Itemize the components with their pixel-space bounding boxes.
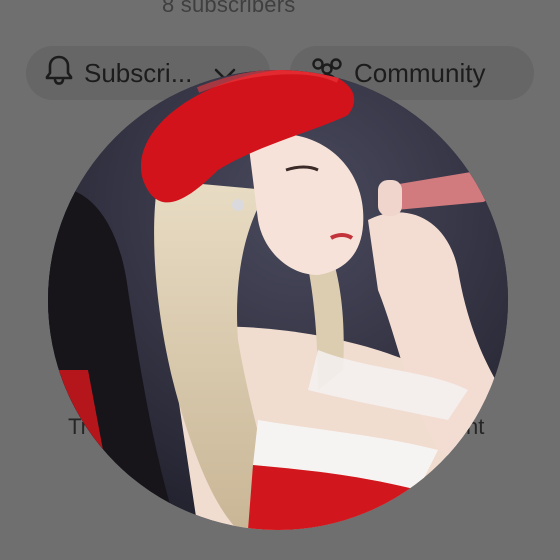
community-label: Community [354,57,486,88]
bell-icon [44,54,74,93]
subscriber-count: 8 subscribers [162,0,296,17]
profile-photo[interactable] [48,70,508,530]
profile-photo-illustration [48,70,508,530]
subscribe-label: Subscri... [84,57,193,88]
